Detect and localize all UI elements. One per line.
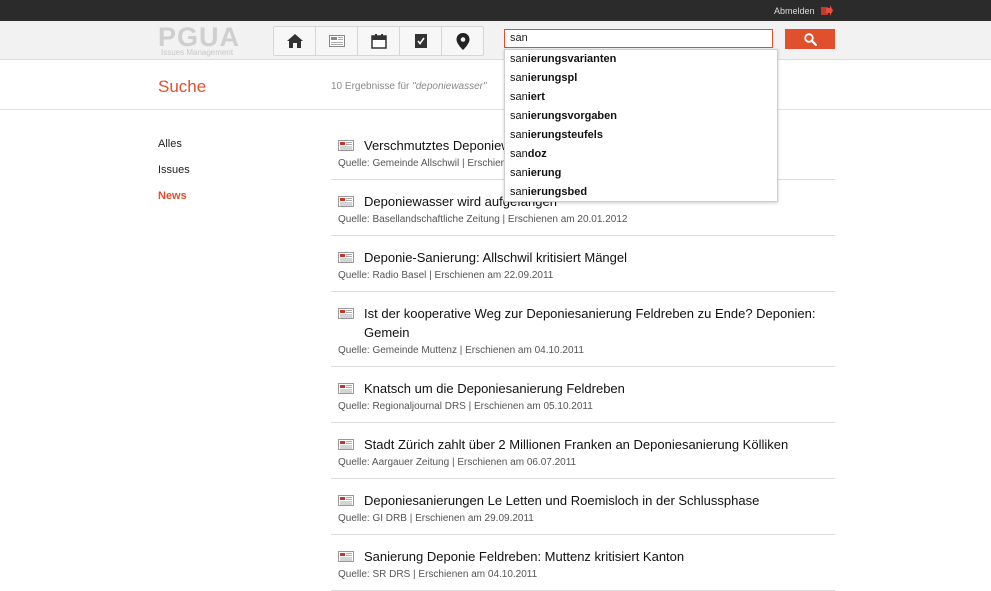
logo-text: PGUA [158,22,241,52]
suggestion-prefix: san [510,53,528,65]
news-icon [338,250,354,263]
suggestion-item[interactable]: sanierungspl [505,69,777,88]
logo-subtitle: Issues Management [161,48,234,57]
result-title[interactable]: Stadt Zürich zahlt über 2 Millionen Fran… [364,435,835,454]
suggestion-item[interactable]: sanierung [505,164,777,183]
result-item: Knatsch um die Deponiesanierung Feldrebe… [331,367,835,423]
filter-alles[interactable]: Alles [158,137,190,163]
suggestion-prefix: san [510,186,528,198]
map-pin-icon [456,32,469,50]
nav-news-button[interactable] [316,27,358,55]
calendar-icon [370,34,387,49]
autocomplete-dropdown: sanierungsvarianten sanierungspl saniert sa… [504,49,778,202]
suggestion-item[interactable]: sanierungsvarianten [505,50,777,69]
suggestion-prefix: san [510,110,528,122]
home-icon [286,34,303,48]
result-meta: Quelle: Basellandschaftliche Zeitung | E… [338,214,628,225]
result-count-query: "deponiewasser" [412,81,487,92]
result-title[interactable]: Knatsch um die Deponiesanierung Feldrebe… [364,379,835,398]
result-meta: Quelle: Radio Basel | Erschienen am 22.0… [338,270,554,281]
suggestion-completion: ierungsbed [527,186,588,198]
nav-tasks-button[interactable] [400,27,442,55]
suggestion-completion: doz [527,148,547,160]
news-icon [338,138,354,151]
suggestion-completion: ierungsvarianten [527,53,617,65]
search-icon [803,32,817,46]
logout-icon [820,5,833,16]
result-item: Sanierung Deponie Feldreben: Muttenz kri… [331,535,835,591]
suggestion-prefix: san [510,72,528,84]
suggestion-prefix: san [510,148,528,160]
search-button[interactable] [785,29,835,49]
main-nav [273,26,484,56]
result-title[interactable]: Deponie-Sanierung: Allschwil kritisiert … [364,248,835,267]
news-icon [338,306,354,319]
header-divider [0,109,991,110]
search-input[interactable] [504,29,773,48]
checklist-icon [414,34,427,48]
page-title: Suche [158,77,207,96]
result-meta: Quelle: Aargauer Zeitung | Erschienen am… [338,457,577,468]
suggestion-prefix: san [510,167,528,179]
suggestion-completion: ierung [527,167,562,179]
result-meta: Quelle: Regionaljournal DRS | Erschienen… [338,401,593,412]
news-icon [338,493,354,506]
news-icon [338,194,354,207]
result-item: Deponiesanierungen Le Letten und Roemisl… [331,479,835,535]
nav-map-button[interactable] [442,27,483,55]
result-item: Stadt Zürich zahlt über 2 Millionen Fran… [331,423,835,479]
suggestion-completion: ierungsteufels [527,129,603,141]
result-count-text: 10 Ergebnisse für [331,81,413,92]
suggestion-item[interactable]: sandoz [505,145,777,164]
newspaper-icon [328,35,345,47]
result-count: 10 Ergebnisse für "deponiewasser" [331,81,487,92]
filter-nav: Alles Issues News [158,137,190,215]
result-item: Deponie-Sanierung: Allschwil kritisiert … [331,236,835,292]
nav-home-button[interactable] [274,27,316,55]
news-icon [338,381,354,394]
header: PGUA Issues Management [0,21,991,60]
suggestion-completion: iert [527,91,545,103]
suggestion-completion: ierungsvorgaben [527,110,617,122]
logo[interactable]: PGUA Issues Management [158,24,248,58]
filter-news[interactable]: News [158,189,190,215]
result-item: Ist der kooperative Weg zur Deponiesanie… [331,292,835,367]
result-meta: Quelle: SR DRS | Erschienen am 04.10.201… [338,569,538,580]
suggestion-item[interactable]: saniert [505,88,777,107]
logout-link[interactable]: Abmelden [774,5,833,16]
news-icon [338,549,354,562]
suggestion-prefix: san [510,129,528,141]
suggestion-item[interactable]: sanierungsteufels [505,126,777,145]
suggestion-prefix: san [510,91,528,103]
nav-calendar-button[interactable] [358,27,400,55]
result-title[interactable]: Deponiesanierungen Le Letten und Roemisl… [364,491,835,510]
suggestion-item[interactable]: sanierungsbed [505,183,777,202]
result-meta: Quelle: Gemeinde Muttenz | Erschienen am… [338,345,584,356]
filter-issues[interactable]: Issues [158,163,190,189]
news-icon [338,437,354,450]
suggestion-completion: ierungspl [527,72,578,84]
top-bar: Abmelden [0,0,991,21]
result-title[interactable]: Sanierung Deponie Feldreben: Muttenz kri… [364,547,835,566]
result-meta: Quelle: GI DRB | Erschienen am 29.09.201… [338,513,534,524]
result-title[interactable]: Ist der kooperative Weg zur Deponiesanie… [364,304,835,342]
suggestion-item[interactable]: sanierungsvorgaben [505,107,777,126]
logout-label: Abmelden [774,5,815,16]
